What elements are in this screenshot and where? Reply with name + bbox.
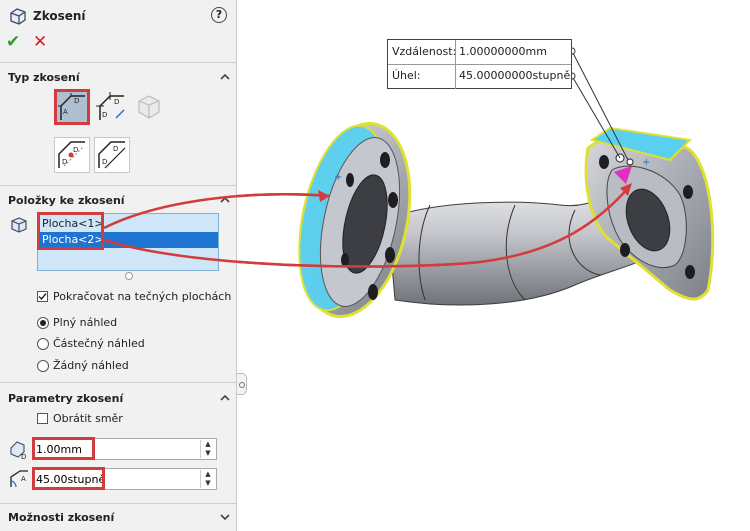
svg-text:D: D (114, 98, 119, 106)
face-face-icon: D D (98, 141, 126, 169)
svg-text:A: A (21, 475, 26, 483)
distance-spinner[interactable]: ▲ ▼ (200, 440, 215, 458)
divider (0, 503, 236, 504)
chamfer-type-offset-face-button[interactable]: D D (54, 137, 90, 173)
section-title-items[interactable]: Položky ke zkosení (8, 194, 125, 207)
property-manager-panel: Zkosení ? ✔ ✕ Typ zkosení D A D D D D D … (0, 0, 237, 531)
svg-text:+: + (334, 172, 342, 183)
list-resize-handle[interactable] (125, 272, 133, 280)
chamfer-type-angle-distance-button[interactable]: D A (54, 89, 90, 125)
callout-angle-value[interactable]: 45.00000000stupně (459, 69, 570, 82)
section-title-params[interactable]: Parametry zkosení (8, 392, 123, 405)
chamfer-type-face-face-button[interactable]: D D (94, 137, 130, 173)
preview-full-radio[interactable] (37, 317, 49, 329)
preview-none-radio[interactable] (37, 360, 49, 372)
preview-full-label: Plný náhled (53, 316, 118, 329)
tangent-propagation-label: Pokračovat na tečných plochách (53, 290, 232, 303)
callout-distance-value[interactable]: 1.00000000mm (459, 45, 547, 58)
svg-text:D: D (62, 158, 67, 166)
divider (0, 62, 236, 63)
divider (0, 185, 236, 186)
section-title-chamfer-type[interactable]: Typ zkosení (8, 71, 80, 84)
reverse-direction-checkbox[interactable] (37, 413, 48, 424)
panel-header: Zkosení ? (0, 0, 236, 32)
svg-text:D: D (102, 158, 107, 166)
angle-icon: A (10, 470, 28, 488)
tangent-propagation-checkbox[interactable] (37, 291, 48, 302)
chamfer-type-vertex-button[interactable] (134, 92, 164, 122)
svg-text:D: D (74, 97, 79, 105)
chamfer-type-distance-distance-button[interactable]: D D (94, 90, 128, 124)
section-title-options[interactable]: Možnosti zkosení (8, 511, 114, 524)
callout-distance-label: Vzdálenost: (392, 45, 457, 58)
checkmark-icon (38, 293, 47, 301)
angle-highlight-box (32, 467, 105, 490)
distance-icon: D (10, 441, 26, 460)
preview-partial-radio[interactable] (37, 338, 49, 350)
selection-highlight-box (37, 212, 104, 250)
divider (0, 382, 236, 383)
panel-title: Zkosení (33, 9, 86, 23)
preview-none-label: Žádný náhled (53, 359, 129, 372)
chevron-up-icon[interactable] (219, 392, 231, 404)
distance-highlight-box (32, 437, 95, 460)
reverse-direction-label: Obrátit směr (53, 412, 123, 425)
offset-face-icon: D D (58, 141, 85, 168)
svg-text:D: D (73, 146, 78, 154)
callout-row-angle[interactable]: Úhel: 45.00000000stupně (388, 64, 571, 88)
svg-text:A: A (63, 108, 68, 116)
svg-text:D: D (113, 145, 118, 153)
chamfer-feature-icon (10, 8, 26, 25)
cancel-button[interactable]: ✕ (33, 32, 47, 52)
preview-partial-label: Částečný náhled (53, 337, 145, 350)
dimension-callout[interactable]: Vzdálenost: 1.00000000mm Úhel: 45.000000… (387, 39, 572, 89)
svg-text:D: D (102, 111, 107, 119)
angle-spinner[interactable]: ▲ ▼ (200, 470, 215, 488)
help-icon[interactable]: ? (211, 7, 227, 23)
chevron-down-icon[interactable] (219, 511, 231, 523)
distance-distance-icon: D D (96, 92, 125, 120)
callout-angle-label: Úhel: (392, 69, 421, 82)
ok-button[interactable]: ✔ (6, 32, 20, 52)
callout-row-distance[interactable]: Vzdálenost: 1.00000000mm (388, 40, 571, 65)
svg-text:+: + (642, 157, 650, 168)
vertex-chamfer-icon (138, 95, 160, 119)
chevron-up-icon[interactable] (219, 71, 231, 83)
svg-text:D: D (21, 453, 26, 460)
angle-distance-icon: D A (58, 93, 85, 120)
chevron-up-icon[interactable] (219, 194, 231, 206)
face-selection-icon (11, 217, 27, 233)
